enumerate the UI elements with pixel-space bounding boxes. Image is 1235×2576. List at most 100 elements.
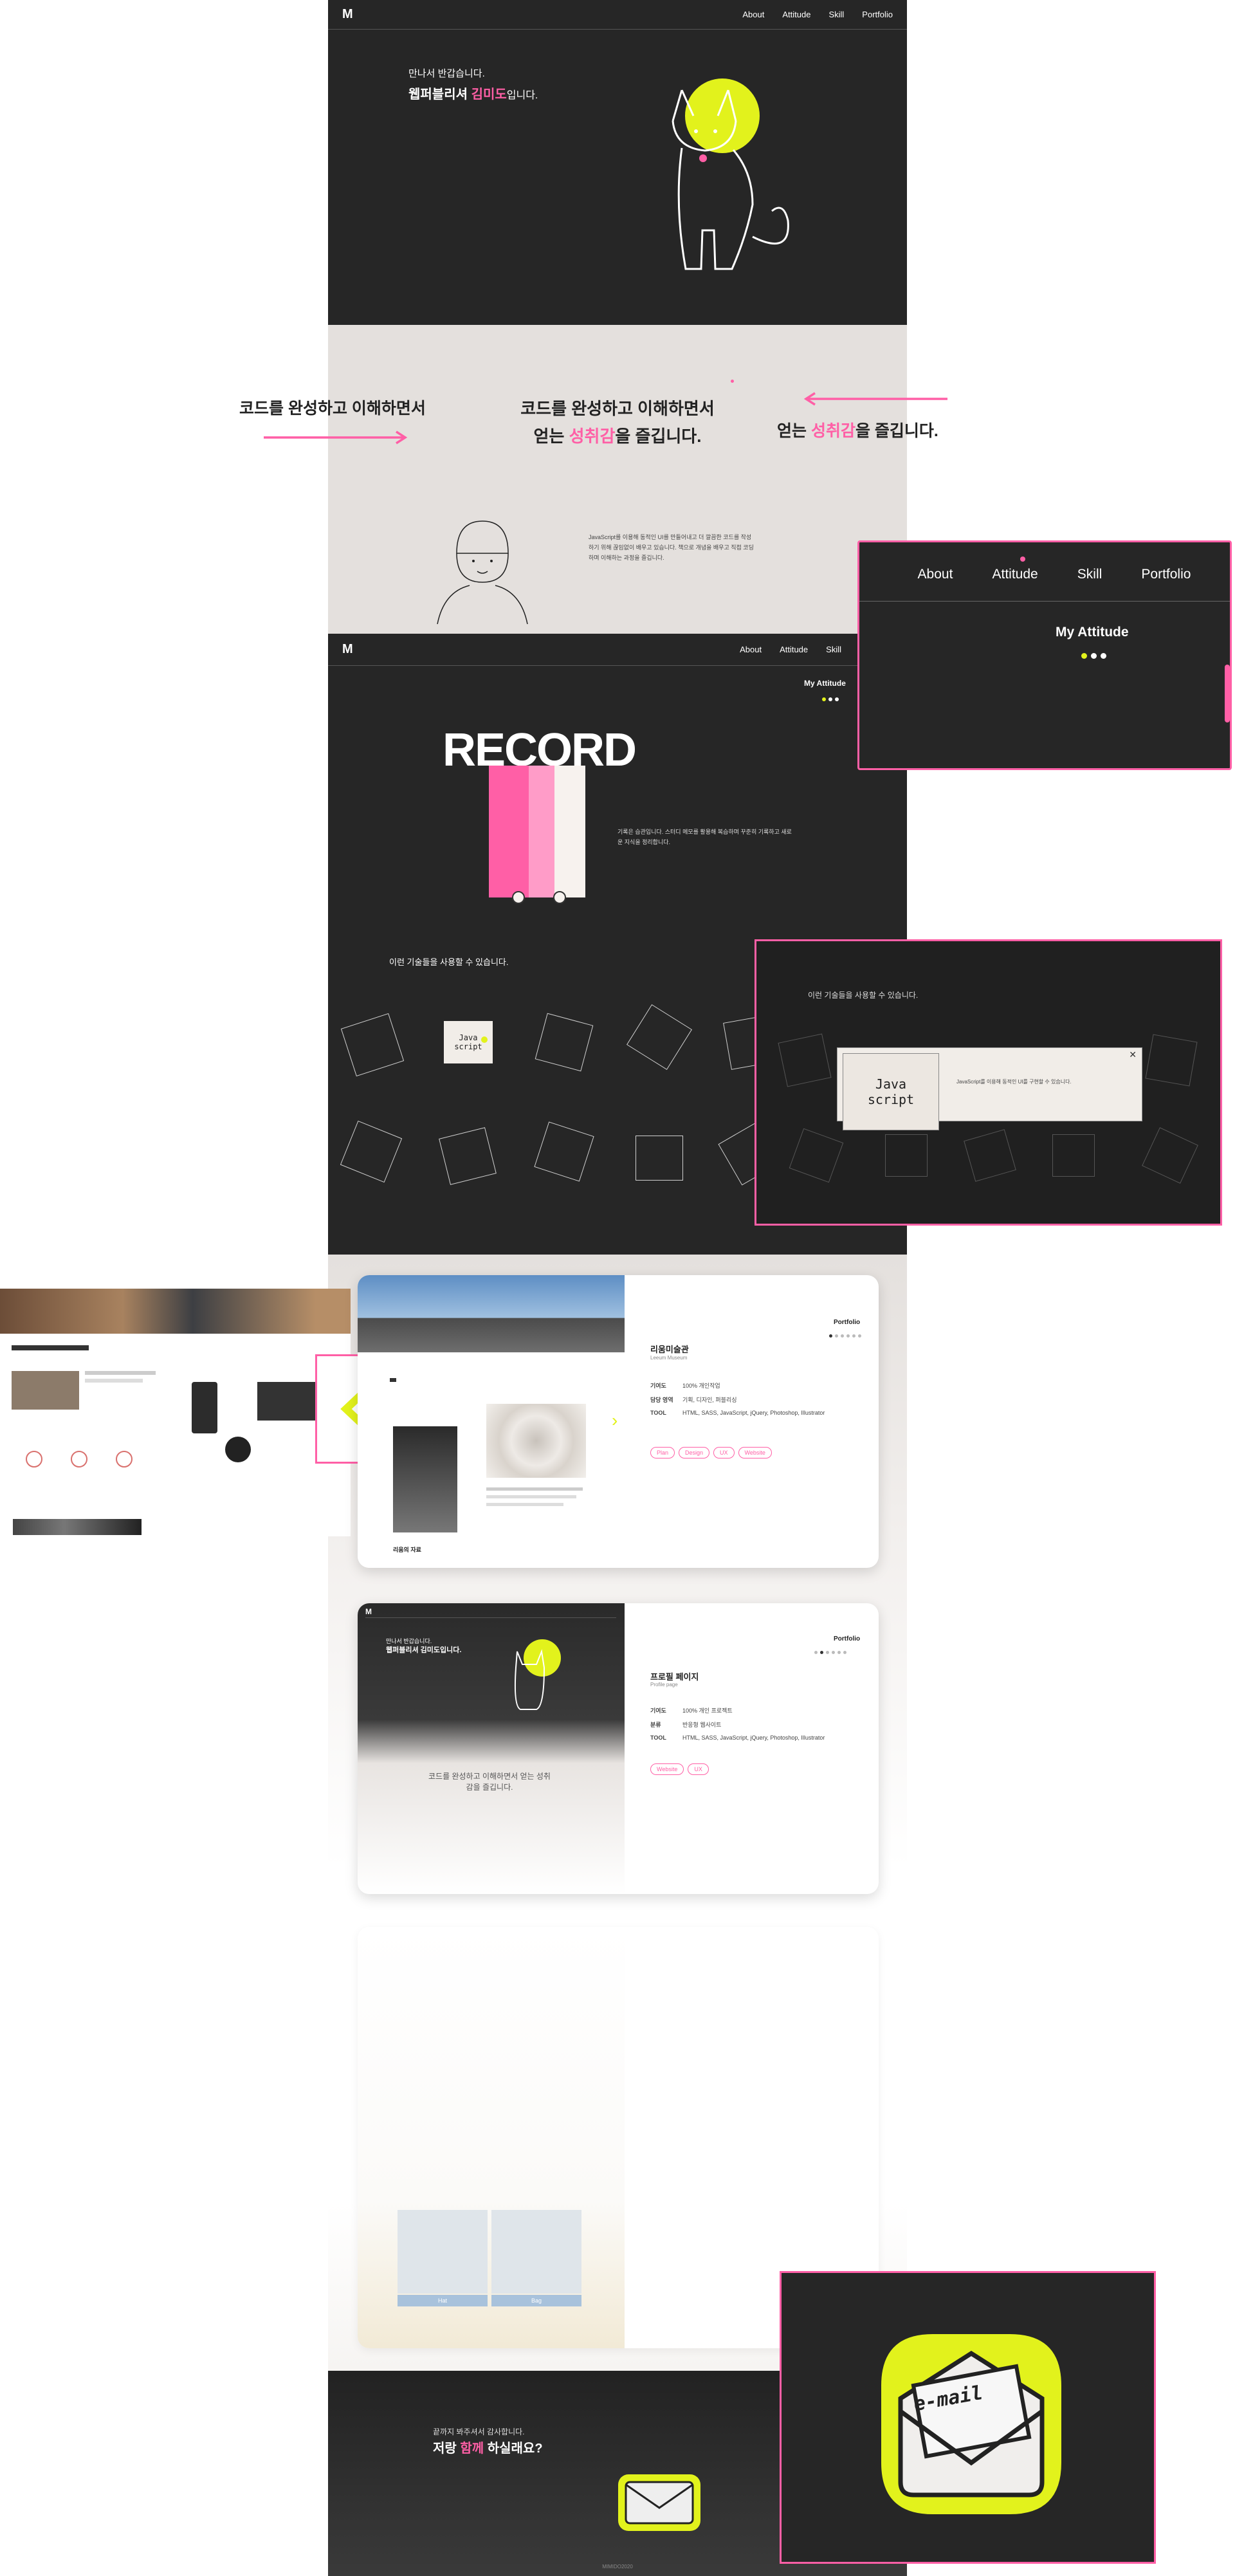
portfolio2-pager[interactable] — [814, 1646, 849, 1657]
portfolio1-tag: Plan — [650, 1447, 675, 1458]
skill-popup-cube-label: Java script — [867, 1076, 915, 1107]
skill-cube[interactable] — [340, 1120, 403, 1183]
attitude-right-prefix: 얻는 — [777, 422, 811, 440]
shop-button-bag[interactable]: Bag — [491, 2295, 581, 2306]
contact-line2-prefix: 저랑 — [433, 2442, 461, 2456]
popup-cube[interactable] — [885, 1134, 928, 1177]
nav-attitude[interactable]: Attitude — [782, 10, 810, 19]
skill-popup-close[interactable]: ✕ — [1129, 1049, 1137, 1060]
contact-line2-highlight: 함께 — [460, 2442, 484, 2456]
portfolio1-next[interactable]: › — [612, 1410, 618, 1431]
skill-cube-javascript[interactable]: Java script — [444, 1021, 493, 1063]
popup-cube[interactable] — [1052, 1134, 1095, 1177]
record-paragraph: 기록은 습관입니다. 스터디 메모를 활용해 복습하며 꾸준히 기록하고 새로운… — [618, 829, 792, 845]
skill-cube[interactable] — [439, 1127, 497, 1185]
scrollbar[interactable] — [1225, 665, 1230, 722]
zoom-nav-portfolio[interactable]: Portfolio — [1141, 567, 1191, 601]
hero-name: 김미도 — [471, 87, 507, 102]
skill-cube[interactable] — [534, 1121, 594, 1182]
zoom-nav-about[interactable]: About — [918, 567, 953, 601]
contact-footer: MIMIDO2020 — [602, 2564, 633, 2570]
popup-cube[interactable] — [1145, 1034, 1198, 1087]
record-nav-attitude[interactable]: Attitude — [780, 645, 808, 654]
portfolio2-tag: Website — [650, 1763, 684, 1775]
shop-button-hat[interactable]: Hat — [398, 2295, 488, 2306]
portfolio1-tag: Design — [679, 1447, 710, 1458]
record-book — [489, 766, 595, 904]
nav-portfolio[interactable]: Portfolio — [862, 10, 893, 19]
contact-line1: 끝까지 봐주셔서 감사합니다. — [433, 2427, 525, 2436]
girl-illustration — [437, 520, 528, 625]
pink-dot — [731, 380, 734, 383]
cat-illustration — [672, 78, 789, 270]
skill-cube[interactable] — [340, 1013, 405, 1077]
attitude-paragraph: JavaScript를 이용해 동적인 UI를 만들어내고 더 깔끔한 코드를 … — [589, 534, 754, 561]
skill-popup-heading: 이런 기술들을 사용할 수 있습니다. — [808, 991, 919, 1000]
nav-about[interactable]: About — [742, 10, 764, 19]
portfolio1-pager[interactable] — [829, 1329, 864, 1341]
attitude-center-prefix: 얻는 — [533, 427, 569, 446]
hero-line-prefix: 웹퍼블리셔 — [408, 87, 471, 102]
arrow-left-icon — [803, 392, 947, 406]
portfolio1-row: 기여도 100% 개인작업 — [650, 1383, 720, 1389]
skill-cube[interactable] — [535, 1013, 594, 1072]
portfolio1-tag: UX — [713, 1447, 735, 1458]
attitude-left-text: 코드를 완성하고 이해하면서 — [239, 400, 426, 418]
envelope-sticker-icon[interactable] — [855, 2308, 1087, 2527]
zoom-nav-attitude[interactable]: Attitude — [993, 567, 1038, 601]
mini-cat — [514, 1649, 545, 1710]
portfolio-card-leeum: 리움의 자료 › Portfolio 리움미술관 Leeum Museum 기여… — [358, 1275, 879, 1568]
email-sticker-panel: e-mail — [780, 2271, 1156, 2564]
portfolio1-row: 담당 영역 기획, 디자인, 퍼블리싱 — [650, 1397, 737, 1403]
portfolio2-label: Portfolio — [834, 1635, 861, 1642]
record-nav: M About Attitude Skill — [328, 634, 907, 666]
hero-greeting: 만나서 반갑습니다. — [408, 68, 485, 79]
skill-popup-card: Java script JavaScript를 이용해 동적인 UI를 구현할 … — [837, 1047, 1142, 1130]
nav-skill[interactable]: Skill — [828, 10, 844, 19]
portfolio2-row: TOOL HTML, SASS, JavaScript, jQuery, Phot… — [650, 1734, 825, 1741]
top-nav: M About Attitude Skill Portfolio — [328, 0, 907, 30]
popup-cube[interactable] — [778, 1033, 832, 1087]
skill-popup-panel: 이런 기술들을 사용할 수 있습니다. Java script JavaScri… — [755, 939, 1222, 1226]
popup-cube[interactable] — [964, 1129, 1016, 1182]
record-dots — [822, 693, 843, 704]
mini-center: 코드를 완성하고 이해하면서 얻는 성취감을 즐깁니다. — [428, 1772, 551, 1792]
portfolio-mini-preview — [0, 1289, 351, 1536]
zoom-nav-panel: About Attitude Skill Portfolio My Attitu… — [857, 540, 1232, 770]
logo[interactable]: M — [342, 7, 353, 22]
portfolio1-tag: Website — [738, 1447, 772, 1458]
portfolio2-title: 프로필 페이지 — [650, 1672, 699, 1682]
zoom-nav-dots — [1081, 650, 1110, 662]
skill-cube[interactable] — [627, 1004, 692, 1070]
mini-logo: M — [365, 1607, 372, 1616]
popup-cube[interactable] — [789, 1128, 844, 1183]
portfolio2-row: 기여도 100% 개인 프로젝트 — [650, 1707, 733, 1714]
hero-section: M About Attitude Skill Portfolio 만나서 반갑습… — [328, 0, 907, 325]
portfolio2-tag: UX — [688, 1763, 709, 1775]
contact-line2-suffix: 하실래요? — [484, 2442, 543, 2456]
portfolio-card-profile: M 만나서 반갑습니다. 웹퍼블리셔 김미도입니다. 코드를 완성하고 이해하면… — [358, 1603, 879, 1894]
skill-heading: 이런 기술들을 사용할 수 있습니다. — [389, 957, 509, 967]
zoom-nav-title: My Attitude — [1056, 625, 1129, 639]
popup-cube[interactable] — [1142, 1127, 1198, 1184]
attitude-center-suffix: 을 즐깁니다. — [615, 427, 702, 446]
skill-popup-text: JavaScript를 이용해 동적인 UI를 구현할 수 있습니다. — [956, 1079, 1072, 1085]
attitude-right-highlight: 성취감 — [810, 422, 855, 440]
active-indicator — [1020, 557, 1025, 562]
attitude-right-suffix: 을 즐깁니다. — [855, 422, 938, 440]
email-icon[interactable] — [614, 2470, 704, 2535]
portfolio1-row: TOOL HTML, SASS, JavaScript, jQuery, Phot… — [650, 1410, 825, 1416]
attitude-center-highlight: 성취감 — [569, 427, 616, 446]
portfolio1-title: 리움미술관 — [650, 1345, 689, 1354]
zoom-nav-skill[interactable]: Skill — [1077, 567, 1102, 601]
hero-line-suffix: 입니다. — [506, 90, 538, 101]
record-nav-about[interactable]: About — [740, 645, 762, 654]
portfolio1-label: Portfolio — [834, 1319, 861, 1326]
record-logo[interactable]: M — [342, 642, 353, 657]
arrow-right-icon — [264, 430, 408, 445]
skill-cube[interactable] — [636, 1136, 683, 1181]
record-my-attitude: My Attitude — [804, 679, 846, 688]
record-nav-skill[interactable]: Skill — [826, 645, 841, 654]
skill-cube-label: Java script — [454, 1033, 482, 1051]
attitude-section: 코드를 완성하고 이해하면서 얻는 성취감을 즐깁니다. JavaScript를… — [328, 325, 907, 634]
